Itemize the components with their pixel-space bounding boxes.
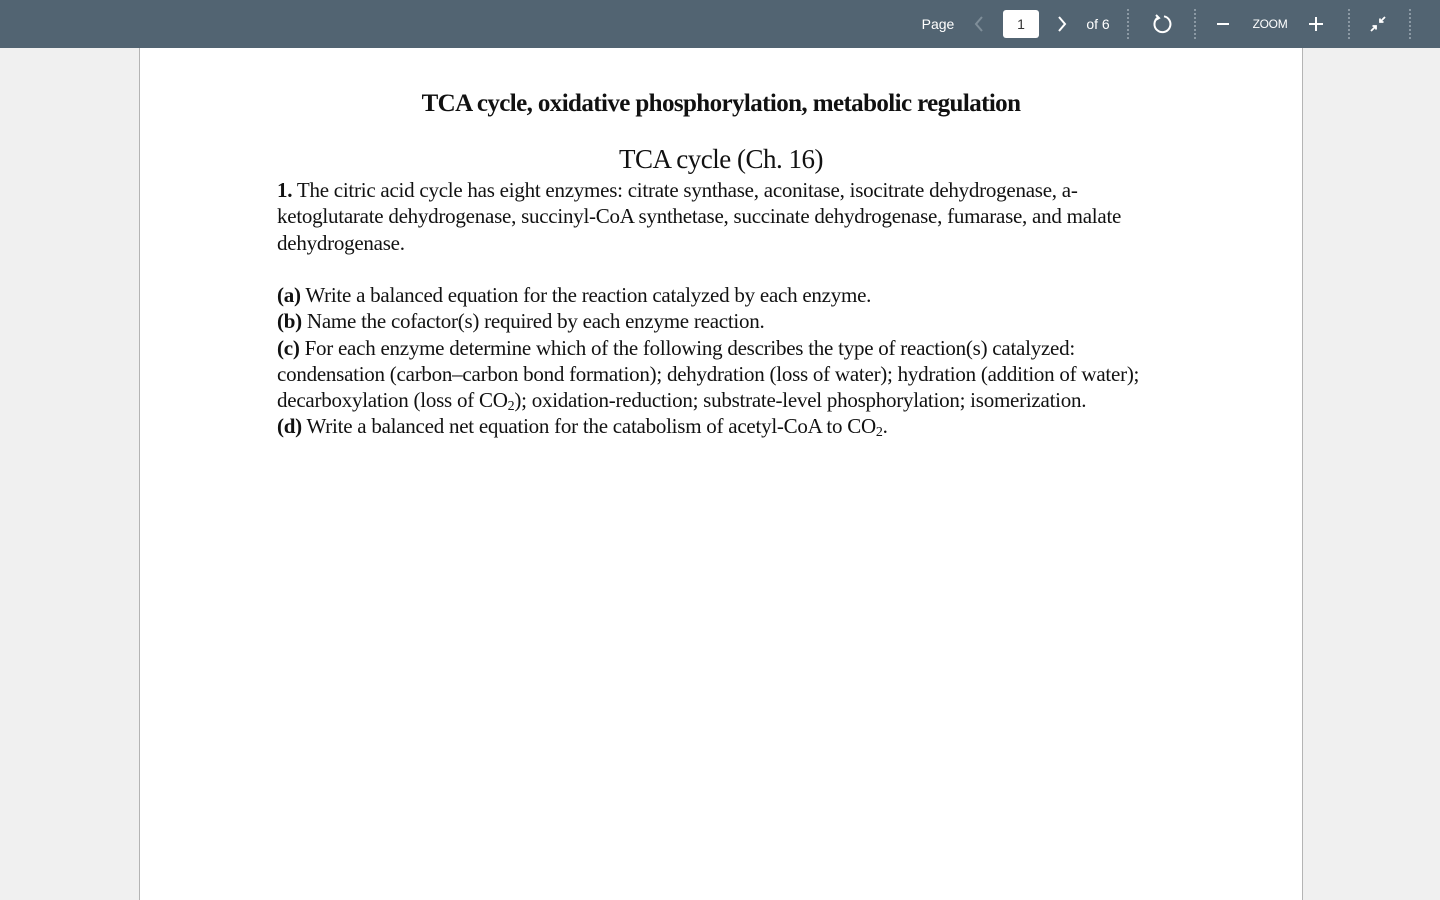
part-label: (b) — [277, 309, 302, 334]
pdf-toolbar: Page of 6 ZOOM — [0, 0, 1440, 48]
question-parts: (a) Write a balanced equation for the re… — [277, 282, 1177, 440]
toolbar-divider — [1127, 9, 1129, 39]
subscript: 2 — [875, 425, 883, 441]
toolbar-divider — [1409, 9, 1411, 39]
question-number: 1. — [277, 178, 293, 202]
part-a: (a) Write a balanced equation for the re… — [277, 282, 1177, 308]
part-text-end: . — [882, 414, 888, 439]
part-c: (c) For each enzyme determine which of t… — [277, 335, 1177, 414]
chevron-right-icon — [1058, 16, 1067, 32]
zoom-in-button[interactable] — [1304, 0, 1328, 48]
part-label: (c) — [277, 335, 300, 360]
minus-icon — [1217, 23, 1229, 25]
part-text: Write a balanced net equation for the ca… — [306, 414, 877, 439]
part-label: (d) — [277, 414, 302, 439]
chevron-left-icon — [974, 16, 983, 32]
zoom-label: ZOOM — [1252, 17, 1288, 31]
part-text-end: ); oxidation-reduction; substrate-level … — [514, 388, 1087, 413]
rotate-icon — [1153, 14, 1172, 34]
toolbar-divider — [1194, 9, 1196, 39]
collapse-icon — [1370, 16, 1386, 32]
next-page-button[interactable] — [1051, 0, 1073, 48]
page-count-label: of 6 — [1086, 16, 1110, 32]
zoom-out-button[interactable] — [1212, 0, 1234, 48]
pdf-page: TCA cycle, oxidative phosphorylation, me… — [139, 48, 1303, 900]
part-label: (a) — [277, 283, 301, 307]
exit-fullscreen-button[interactable] — [1366, 0, 1390, 48]
page-number-input[interactable] — [1003, 10, 1039, 38]
part-text: Name the cofactor(s) required by each en… — [306, 309, 765, 334]
section-title: TCA cycle (Ch. 16) — [619, 144, 823, 174]
question-text: The citric acid cycle has eight enzymes:… — [277, 178, 1122, 255]
part-text: Write a balanced equation for the reacti… — [305, 283, 872, 307]
part-d: (d) Write a balanced net equation for th… — [277, 413, 1177, 441]
document-title: TCA cycle, oxidative phosphorylation, me… — [421, 90, 1021, 117]
rotate-button[interactable] — [1148, 0, 1176, 48]
plus-icon — [1309, 17, 1323, 31]
page-label: Page — [921, 16, 955, 32]
toolbar-divider — [1348, 9, 1350, 39]
part-b: (b) Name the cofactor(s) required by eac… — [277, 308, 1177, 334]
previous-page-button[interactable] — [968, 0, 990, 48]
question-1: 1. The citric acid cycle has eight enzym… — [277, 177, 1177, 256]
